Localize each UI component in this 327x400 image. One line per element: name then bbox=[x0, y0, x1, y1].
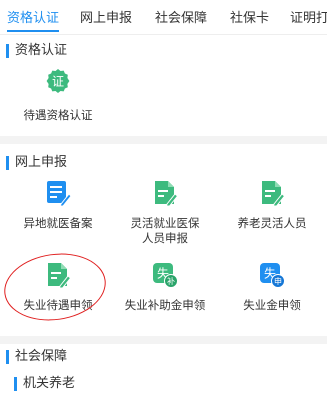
tab-online-declaration[interactable]: 网上申报 bbox=[80, 7, 132, 26]
active-tab-indicator bbox=[7, 30, 59, 32]
section-divider bbox=[0, 136, 327, 144]
highlight-annotation-circle bbox=[0, 247, 111, 327]
subsection-title-government-pension: 机关养老 bbox=[14, 377, 75, 391]
section-title-social-security: 社会保障 bbox=[6, 350, 67, 364]
item-label: 失业金申领 bbox=[243, 298, 301, 312]
tab-qualification[interactable]: 资格认证 bbox=[7, 7, 59, 26]
item-label: 失业补助金申领 bbox=[124, 298, 206, 312]
apply-glyph: 申 bbox=[274, 276, 282, 286]
certificate-glyph: 证 bbox=[52, 75, 64, 89]
unemployment-subsidy-icon: 失 补 bbox=[153, 263, 178, 288]
item-label: 灵活就业医保人员申报 bbox=[130, 216, 200, 245]
item-label: 异地就医备案 bbox=[23, 216, 93, 230]
item-label: 待遇资格认证 bbox=[23, 108, 93, 122]
unemployment-apply-icon: 失 申 bbox=[260, 263, 285, 288]
tab-social-security[interactable]: 社会保障 bbox=[155, 7, 207, 26]
subsidy-glyph: 补 bbox=[167, 276, 175, 286]
tab-social-security-card[interactable]: 社保卡 bbox=[230, 7, 269, 26]
section-title-online-declaration: 网上申报 bbox=[6, 156, 67, 170]
section-title-qualification: 资格认证 bbox=[6, 44, 67, 58]
top-tab-bar: 资格认证 网上申报 社会保障 社保卡 证明打 bbox=[0, 0, 327, 35]
document-edit-icon bbox=[155, 181, 178, 206]
tab-certificate-print[interactable]: 证明打 bbox=[290, 7, 327, 26]
certificate-icon: 证 bbox=[46, 69, 70, 93]
section-divider bbox=[0, 336, 327, 344]
form-edit-icon bbox=[47, 181, 71, 206]
document-edit-icon bbox=[262, 181, 285, 206]
item-label: 养老灵活人员 bbox=[237, 216, 307, 230]
